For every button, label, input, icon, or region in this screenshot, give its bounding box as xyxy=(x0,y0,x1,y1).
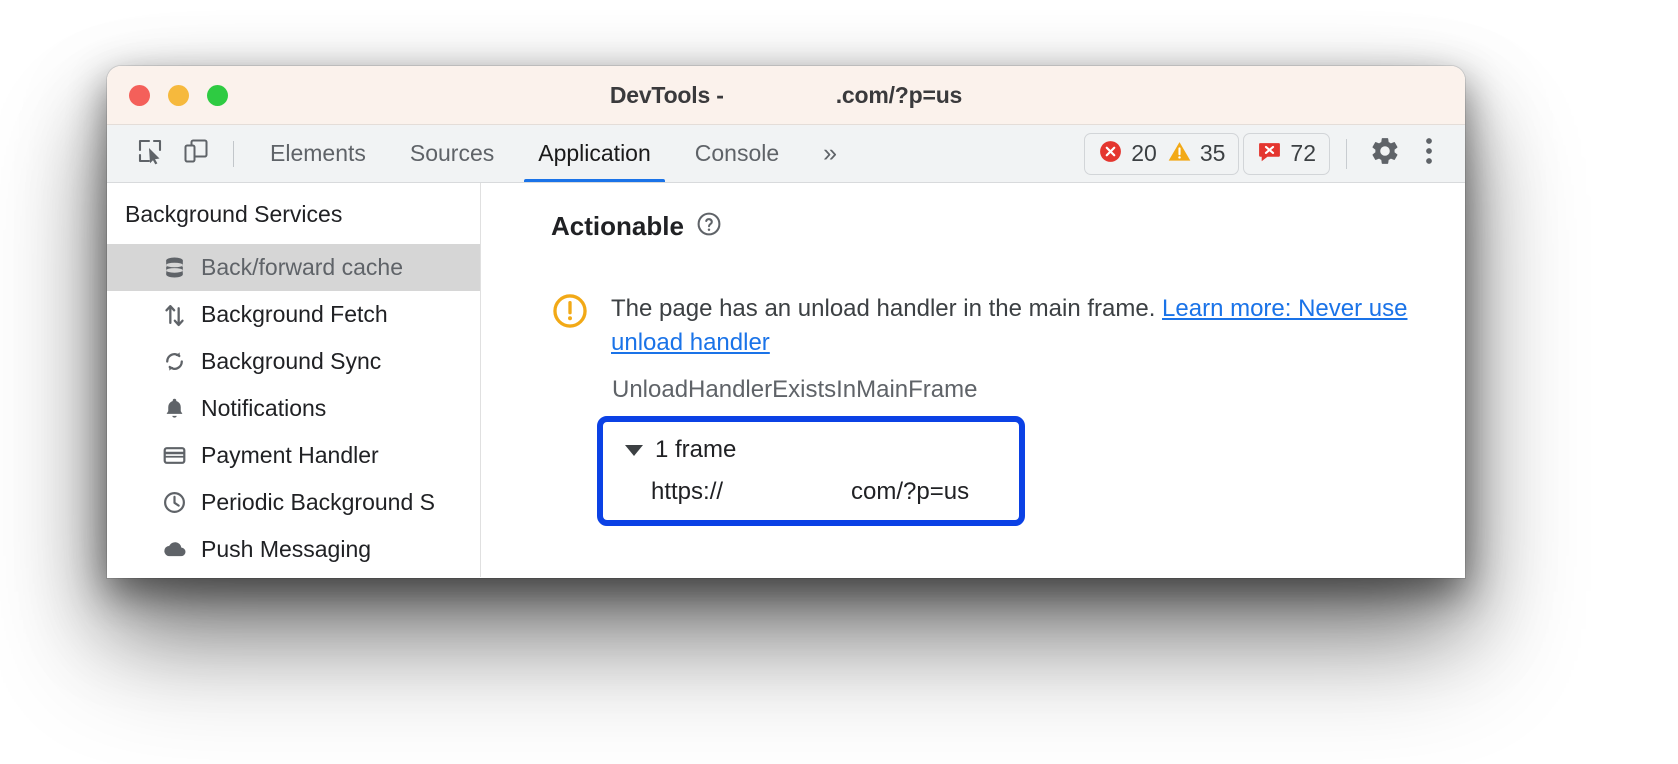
issue-speech-bubble-icon xyxy=(1257,139,1282,169)
settings-button[interactable] xyxy=(1363,132,1407,176)
screenshot-root: DevTools - .com/?p=us Elements Sources A… xyxy=(0,0,1678,764)
sidebar-item-notifications[interactable]: Notifications xyxy=(107,385,480,432)
sidebar-item-payment-handler[interactable]: Payment Handler xyxy=(107,432,480,479)
device-toolbar-button[interactable] xyxy=(173,134,219,174)
sidebar-item-periodic-background-sync[interactable]: Periodic Background S xyxy=(107,479,480,526)
triangle-down-icon xyxy=(625,444,643,456)
database-icon xyxy=(161,255,187,281)
frame-url-suffix: com/?p=us xyxy=(851,478,970,506)
arrows-up-down-icon xyxy=(161,302,187,328)
frame-tree-toggle[interactable]: 1 frame xyxy=(603,434,1019,470)
sidebar-item-background-fetch[interactable]: Background Fetch xyxy=(107,291,480,338)
inspect-element-icon xyxy=(136,137,164,170)
issue-message: The page has an unload handler in the ma… xyxy=(611,295,1156,322)
section-header: Actionable xyxy=(551,211,1465,242)
toolbar-divider xyxy=(233,140,234,167)
application-sidebar: Background Services Back/forward cache B… xyxy=(107,183,481,577)
warning-counter[interactable]: 35 xyxy=(1167,139,1226,169)
kebab-menu-icon xyxy=(1416,136,1442,171)
sidebar-item-label: Payment Handler xyxy=(201,442,379,468)
sidebar-item-label: Background Fetch xyxy=(201,301,388,327)
tab-elements[interactable]: Elements xyxy=(248,126,388,181)
bfcache-reason-code: UnloadHandlerExistsInMainFrame xyxy=(612,376,978,404)
bfcache-issue-row: The page has an unload handler in the ma… xyxy=(551,292,1465,360)
minimize-window-button[interactable] xyxy=(168,84,189,106)
sidebar-item-background-sync[interactable]: Background Sync xyxy=(107,338,480,385)
sidebar-item-label: Background Sync xyxy=(201,348,382,374)
window-title-suffix: .com/?p=us xyxy=(835,81,963,108)
tab-sources[interactable]: Sources xyxy=(388,126,516,181)
maximize-window-button[interactable] xyxy=(207,84,228,106)
sidebar-item-push-messaging[interactable]: Push Messaging xyxy=(107,526,480,573)
sidebar-item-label: Notifications xyxy=(201,395,327,421)
devtools-toolbar: Elements Sources Application Console » 2… xyxy=(107,125,1465,183)
frame-tree-highlight-box: 1 frame https:// com/?p=us xyxy=(597,416,1025,527)
window-titlebar: DevTools - .com/?p=us xyxy=(107,66,1465,125)
tab-application[interactable]: Application xyxy=(516,126,673,182)
sync-icon xyxy=(161,349,187,375)
tab-application-label: Application xyxy=(538,140,651,166)
window-title-prefix: DevTools - xyxy=(609,81,724,108)
sidebar-item-label: Periodic Background S xyxy=(201,489,435,515)
sidebar-item-label: Back/forward cache xyxy=(201,254,403,280)
issue-counter-item[interactable]: 72 xyxy=(1257,139,1316,169)
console-counters[interactable]: 20 35 xyxy=(1084,132,1240,175)
gear-icon xyxy=(1369,135,1401,172)
error-counter[interactable]: 20 xyxy=(1098,139,1157,169)
inspect-element-button[interactable] xyxy=(127,134,173,174)
bell-icon xyxy=(161,396,187,422)
device-toolbar-icon xyxy=(182,137,210,170)
sidebar-item-label: Push Messaging xyxy=(201,536,372,562)
close-window-button[interactable] xyxy=(129,84,150,106)
traffic-light-controls xyxy=(107,84,228,106)
tab-sources-label: Sources xyxy=(409,140,495,166)
issue-message-block: The page has an unload handler in the ma… xyxy=(611,292,1421,360)
more-options-button[interactable] xyxy=(1407,132,1451,176)
clock-icon xyxy=(161,490,187,516)
issue-count: 72 xyxy=(1290,140,1316,166)
sidebar-section-title: Background Services xyxy=(125,201,343,227)
warning-triangle-icon xyxy=(1167,139,1192,169)
warning-exclamation-circle-icon xyxy=(551,292,589,335)
credit-card-icon xyxy=(161,443,187,469)
frame-url-item[interactable]: https:// com/?p=us xyxy=(603,470,1019,520)
error-circle-icon xyxy=(1098,139,1123,169)
more-tabs-button[interactable]: » xyxy=(801,141,859,166)
tab-console[interactable]: Console xyxy=(673,126,801,181)
error-count: 20 xyxy=(1131,140,1157,166)
toolbar-right-divider xyxy=(1346,138,1347,169)
panel-tabs: Elements Sources Application Console » xyxy=(248,126,859,182)
tab-console-label: Console xyxy=(694,140,780,166)
frame-url-prefix: https:// xyxy=(651,478,724,506)
frame-count-label: 1 frame xyxy=(655,436,737,464)
devtools-window: DevTools - .com/?p=us Elements Sources A… xyxy=(107,66,1465,578)
devtools-body: Background Services Back/forward cache B… xyxy=(107,183,1465,577)
help-question-icon[interactable] xyxy=(696,211,722,242)
tab-elements-label: Elements xyxy=(270,140,366,166)
page-title: Actionable xyxy=(551,211,684,241)
bfcache-main-panel: Actionable The page has an unload handle… xyxy=(481,183,1465,577)
warning-count: 35 xyxy=(1199,140,1226,166)
sidebar-item-back-forward-cache[interactable]: Back/forward cache xyxy=(107,244,480,291)
issues-counter[interactable]: 72 xyxy=(1243,132,1330,175)
window-title: DevTools - .com/?p=us xyxy=(107,82,1465,109)
cloud-icon xyxy=(161,537,187,563)
